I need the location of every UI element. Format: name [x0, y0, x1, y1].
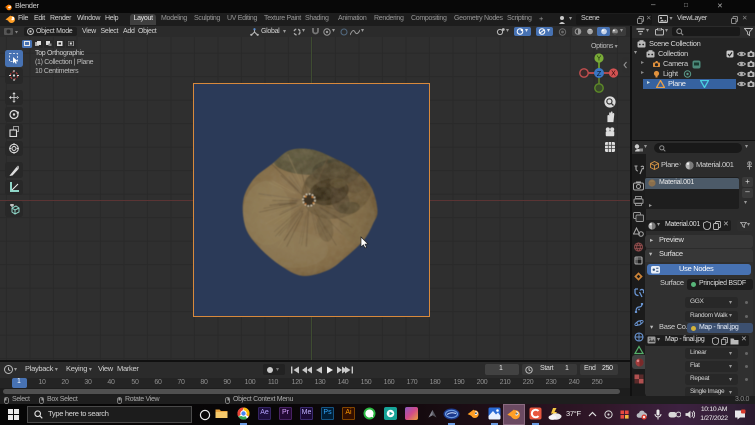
- svg-text:X: X: [611, 71, 616, 78]
- svg-text:Y: Y: [597, 56, 602, 63]
- svg-text:Z: Z: [597, 69, 602, 78]
